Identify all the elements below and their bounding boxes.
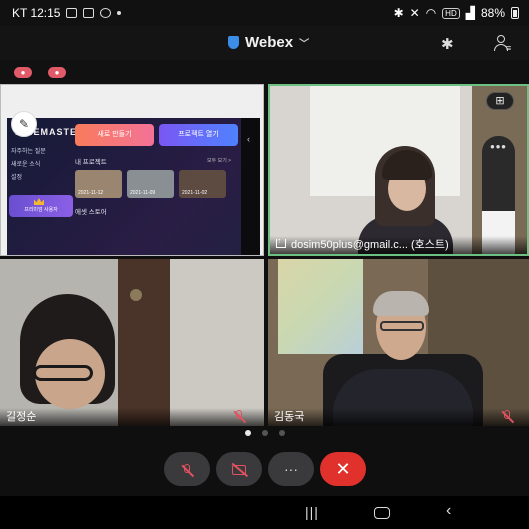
battery-level: 88% [480, 6, 505, 20]
side-item-news: 새로운 소식 [11, 162, 41, 168]
door-knob [130, 289, 142, 301]
meeting-title-dropdown[interactable]: Webex ﹀ [228, 34, 309, 51]
participant-label: 길정순 [0, 408, 264, 426]
wifi-icon: ◠ [425, 6, 437, 20]
phone-nav-bar: ‹ [241, 118, 260, 255]
video-tile-participant[interactable]: 김동국 [268, 259, 529, 426]
door-background [118, 259, 170, 426]
message-icon [83, 8, 95, 18]
more-dots-icon: ••• [490, 139, 507, 154]
project-thumb: 2021-11-12 [75, 170, 122, 198]
hd-badge: HD [442, 7, 460, 19]
page-dot[interactable] [278, 430, 285, 436]
video-tile-host[interactable]: ⊞ ••• ✱ dosim50plus@gmail.c... (호스트) [268, 84, 529, 256]
recents-icon[interactable]: ||| [305, 504, 319, 520]
system-nav-bar: ||| ‹ [0, 496, 529, 529]
new-project-button: 새로 만들기 [75, 124, 154, 146]
page-indicator [0, 430, 529, 440]
home-icon[interactable] [374, 507, 390, 519]
open-project-button: 프로젝트 열기 [159, 124, 238, 146]
gallery-icon [66, 8, 78, 18]
participant-label: 김동국 [268, 408, 529, 426]
recording-indicator-icon: ● [14, 67, 32, 78]
participants-icon[interactable]: ≡ [493, 35, 511, 53]
wall-background [170, 259, 264, 426]
carrier-time: KT 12:15 [12, 6, 61, 20]
chat-icon [100, 8, 112, 18]
back-icon[interactable]: ‹ [446, 502, 451, 520]
live-indicator-icon: ● [48, 67, 66, 78]
video-button[interactable] [216, 452, 262, 486]
bluetooth-audio-icon[interactable]: ✱ [441, 35, 454, 53]
notification-dot-icon [117, 11, 122, 15]
side-item-settings: 설정 [11, 175, 23, 181]
layout-grid-icon[interactable]: ⊞ [486, 92, 514, 110]
page-dot[interactable] [244, 430, 251, 436]
close-icon: ✕ [335, 459, 351, 479]
call-controls: ··· ✕ [0, 452, 529, 490]
app-bar: Webex ﹀ ✱ ≡ [0, 26, 529, 60]
mute-button[interactable] [164, 452, 210, 486]
end-call-button[interactable]: ✕ [320, 452, 366, 486]
map-background [278, 259, 363, 354]
page-dot[interactable] [261, 430, 268, 436]
video-tile-participant[interactable]: 길정순 [0, 259, 264, 426]
glasses [33, 365, 93, 381]
sharing-icon [276, 232, 286, 250]
project-thumb: 2021-11-09 [127, 170, 174, 198]
shield-icon [228, 36, 239, 49]
shared-screen-content: KINEMASTER 자주하는 질문 새로운 소식 설정 새로 만들기 프로젝트… [7, 118, 260, 255]
side-item-faq: 자주하는 질문 [11, 149, 46, 155]
bluetooth-icon: ✱ [393, 6, 404, 20]
mic-muted-icon [500, 410, 515, 423]
annotate-pen-icon[interactable]: ✎ [11, 111, 37, 137]
battery-icon [511, 7, 519, 19]
asset-store-heading: 에셋 스토어 [75, 209, 107, 216]
mic-muted-icon [232, 410, 247, 423]
status-bar: KT 12:15 ✱ ✕ ◠ HD ▟ 88% [0, 0, 529, 26]
see-more-link: 모두 보기 > [207, 158, 232, 164]
more-button[interactable]: ··· [268, 452, 314, 486]
signal-icon: ▟ [465, 6, 475, 20]
participant-hair [373, 291, 429, 316]
app-title: Webex [245, 34, 294, 51]
mute-status-icon: ✕ [409, 6, 420, 20]
chevron-left-icon: ‹ [247, 134, 250, 144]
screen-share-tile[interactable]: KINEMASTER 자주하는 질문 새로운 소식 설정 새로 만들기 프로젝트… [0, 84, 264, 256]
glasses [380, 321, 424, 331]
chevron-down-icon: ﹀ [299, 39, 310, 50]
camera-off-icon [232, 465, 246, 476]
premium-banner: 프리미엄 사용자 [9, 195, 73, 217]
project-thumb: 2021-11-02 [179, 170, 226, 198]
participant-label: dosim50plus@gmail.c... (호스트) [270, 232, 527, 254]
more-dots-icon: ··· [284, 461, 298, 477]
sub-bar: ● ● [0, 60, 529, 84]
my-projects-heading: 내 프로젝트 [75, 159, 107, 166]
mic-off-icon [180, 463, 195, 477]
